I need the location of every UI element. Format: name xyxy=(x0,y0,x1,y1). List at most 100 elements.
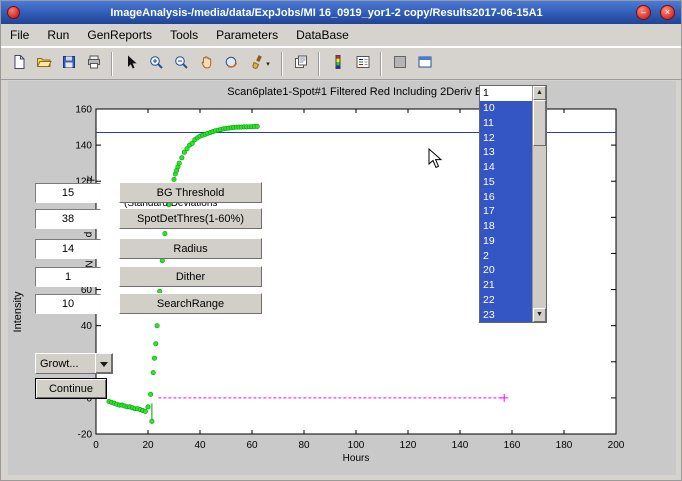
new-file-button[interactable] xyxy=(6,51,31,76)
hide-plot-tools-button[interactable] xyxy=(387,51,412,76)
show-plot-tools-icon xyxy=(417,54,433,73)
brush-dropdown-arrow-icon[interactable]: ▾ xyxy=(266,60,270,68)
brush-data-icon xyxy=(249,54,265,73)
scroll-up-icon[interactable]: ▲ xyxy=(533,86,546,100)
zoom-in-icon xyxy=(148,54,164,73)
svg-text:140: 140 xyxy=(75,141,92,152)
bg-threshold-input[interactable]: 15 xyxy=(35,183,101,203)
menu-parameters[interactable]: Parameters xyxy=(207,25,287,45)
close-button[interactable]: × xyxy=(660,5,675,20)
open-file-button[interactable] xyxy=(31,51,56,76)
svg-text:140: 140 xyxy=(452,440,469,451)
save-file-button[interactable] xyxy=(56,51,81,76)
svg-text:40: 40 xyxy=(81,321,93,332)
spotdetthres-input[interactable]: 38 xyxy=(35,209,101,229)
app-window: ImageAnalysis-/media/data/ExpJobs/MI 16_… xyxy=(0,0,682,481)
toolbar: ▾ xyxy=(1,47,681,80)
scroll-down-icon[interactable]: ▼ xyxy=(533,308,546,322)
y-axis-label-fragment: d xyxy=(83,232,94,238)
dropdown-item-14[interactable]: 14 xyxy=(480,160,532,175)
menu-bar: FileRunGenReportsToolsParametersDataBase xyxy=(1,24,681,47)
print-figure-button[interactable] xyxy=(81,51,106,76)
title-bar: ImageAnalysis-/media/data/ExpJobs/MI 16_… xyxy=(1,1,681,24)
svg-text:180: 180 xyxy=(556,440,573,451)
bg-threshold-button[interactable]: BG Threshold xyxy=(119,182,262,203)
window-icon xyxy=(7,6,20,19)
dither-input[interactable]: 1 xyxy=(35,267,101,287)
svg-text:160: 160 xyxy=(75,105,92,116)
radius-input[interactable]: 14 xyxy=(35,239,101,259)
spotdetthres-button[interactable]: SpotDetThres(1-60%) xyxy=(119,208,262,229)
svg-text:-20: -20 xyxy=(78,430,93,441)
toolbar-separator xyxy=(380,52,382,76)
svg-text:120: 120 xyxy=(400,440,417,451)
searchrange-button[interactable]: SearchRange xyxy=(119,293,262,314)
dropdown-item-10[interactable]: 10 xyxy=(480,101,532,116)
select-arrow-icon xyxy=(123,54,139,73)
menu-database[interactable]: DataBase xyxy=(287,25,358,45)
rotate-3d-button[interactable] xyxy=(218,51,243,76)
dropdown-item-13[interactable]: 13 xyxy=(480,145,532,160)
y-axis-label-fragment: F xyxy=(87,175,98,181)
dropdown-item-20[interactable]: 20 xyxy=(480,263,532,278)
menu-genreports[interactable]: GenReports xyxy=(78,25,161,45)
dropdown-item-18[interactable]: 18 xyxy=(480,219,532,234)
hide-plot-tools-icon xyxy=(392,54,408,73)
menu-tools[interactable]: Tools xyxy=(161,25,207,45)
svg-text:40: 40 xyxy=(194,440,206,451)
minimize-button[interactable]: – xyxy=(636,5,651,20)
toolbar-separator xyxy=(318,52,320,76)
show-plot-tools-button[interactable] xyxy=(412,51,437,76)
scrollbar-track[interactable] xyxy=(533,100,546,308)
insert-colorbar-button[interactable] xyxy=(325,51,350,76)
growth-popup-menu[interactable]: Growt... xyxy=(35,353,113,374)
copy-figure-button[interactable] xyxy=(288,51,313,76)
dropdown-item-2[interactable]: 2 xyxy=(480,248,532,263)
dropdown-item-19[interactable]: 19 xyxy=(480,234,532,249)
dither-button[interactable]: Dither xyxy=(119,266,262,287)
new-file-icon xyxy=(11,54,27,73)
svg-text:80: 80 xyxy=(298,440,310,451)
svg-text:60: 60 xyxy=(246,440,258,451)
copy-figure-icon xyxy=(293,54,309,73)
pan-hand-button[interactable] xyxy=(193,51,218,76)
brush-data-button[interactable]: ▾ xyxy=(243,51,276,76)
print-figure-icon xyxy=(86,54,102,73)
pan-hand-icon xyxy=(198,54,214,73)
select-arrow-button[interactable] xyxy=(118,51,143,76)
dropdown-item-1[interactable]: 1 xyxy=(480,86,532,101)
popup-dropdown-arrow-icon[interactable] xyxy=(95,354,112,373)
save-file-icon xyxy=(61,54,77,73)
toolbar-separator xyxy=(281,52,283,76)
searchrange-input[interactable]: 10 xyxy=(35,294,101,314)
dropdown-item-23[interactable]: 23 xyxy=(480,307,532,322)
rotate-3d-icon xyxy=(223,54,239,73)
radius-button[interactable]: Radius xyxy=(119,238,262,259)
dropdown-item-15[interactable]: 15 xyxy=(480,175,532,190)
toolbar-separator xyxy=(111,52,113,76)
menu-run[interactable]: Run xyxy=(38,25,78,45)
dropdown-item-12[interactable]: 12 xyxy=(480,130,532,145)
zoom-out-button[interactable] xyxy=(168,51,193,76)
svg-text:0: 0 xyxy=(93,440,99,451)
value-dropdown-list: 110111213141516171819220212223 ▲ ▼ xyxy=(479,85,547,323)
dropdown-item-11[interactable]: 11 xyxy=(480,116,532,131)
mouse-cursor-icon xyxy=(428,148,446,170)
window-title: ImageAnalysis-/media/data/ExpJobs/MI 16_… xyxy=(26,7,627,19)
dropdown-item-22[interactable]: 22 xyxy=(480,293,532,308)
growth-popup-label: Growt... xyxy=(36,354,95,373)
zoom-out-icon xyxy=(173,54,189,73)
insert-legend-button[interactable] xyxy=(350,51,375,76)
svg-text:200: 200 xyxy=(608,440,625,451)
dropdown-scrollbar[interactable]: ▲ ▼ xyxy=(532,86,546,322)
y-axis-label: Intensity xyxy=(12,252,24,372)
dropdown-item-17[interactable]: 17 xyxy=(480,204,532,219)
svg-text:100: 100 xyxy=(348,440,365,451)
menu-file[interactable]: File xyxy=(1,25,38,45)
svg-text:Hours: Hours xyxy=(343,453,370,464)
dropdown-item-16[interactable]: 16 xyxy=(480,189,532,204)
scrollbar-thumb[interactable] xyxy=(533,100,546,146)
dropdown-item-21[interactable]: 21 xyxy=(480,278,532,293)
continue-button[interactable]: Continue xyxy=(35,378,107,399)
zoom-in-button[interactable] xyxy=(143,51,168,76)
